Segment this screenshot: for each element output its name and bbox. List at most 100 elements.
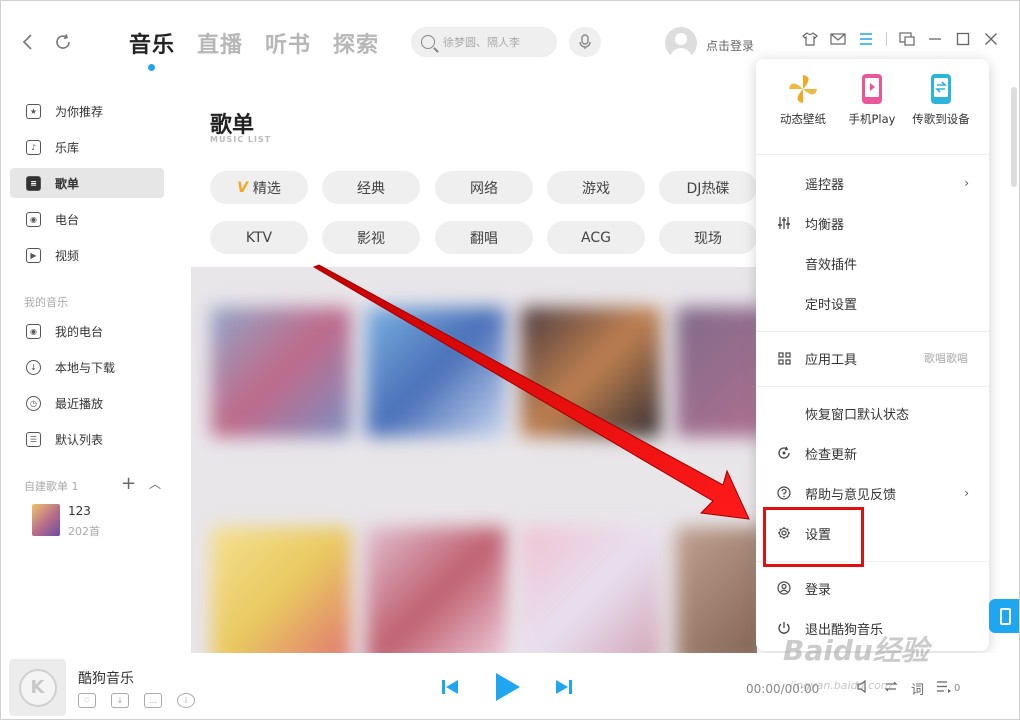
menu-help-feedback[interactable]: 帮助与意见反馈 ›: [756, 475, 989, 511]
queue-count: 0: [954, 683, 961, 694]
quick-live-wallpaper[interactable]: 动态壁纸: [768, 73, 838, 127]
sidebar-item-my-radio[interactable]: ◉ 我的电台: [10, 316, 164, 346]
previous-track-icon[interactable]: [441, 678, 459, 696]
play-icon[interactable]: [493, 671, 521, 703]
mail-icon[interactable]: [830, 31, 846, 47]
menu-sound-plugins[interactable]: 音效插件: [756, 245, 989, 281]
playlist-card[interactable]: [676, 527, 757, 663]
playlist-card[interactable]: [211, 527, 351, 663]
quick-label: 传歌到设备: [912, 112, 970, 126]
tab-audiobook[interactable]: 听书: [265, 27, 311, 59]
avatar[interactable]: [665, 27, 697, 59]
sidebar-item-recommend[interactable]: ★ 为你推荐: [10, 96, 164, 126]
update-icon: [777, 446, 791, 460]
menu-hamburger-icon[interactable]: [858, 31, 874, 47]
playback-controls: [441, 671, 573, 703]
tab-music[interactable]: 音乐: [129, 27, 175, 71]
tag-dj[interactable]: DJ热碟: [659, 171, 757, 204]
tag-ktv[interactable]: KTV: [210, 221, 308, 254]
playlist-card[interactable]: [676, 307, 757, 437]
playlist-card[interactable]: [521, 307, 661, 437]
sidebar-item-playlists[interactable]: ≡ 歌单: [10, 168, 164, 198]
quick-transfer-device[interactable]: 传歌到设备: [906, 73, 976, 127]
back-arrow-icon[interactable]: [15, 29, 41, 55]
info-icon[interactable]: i: [177, 693, 195, 708]
phone-icon: [999, 607, 1011, 625]
comment-icon[interactable]: …: [144, 693, 162, 708]
watermark-url: jingyan.baidu.com: [790, 679, 892, 692]
page-subtitle: MUSIC LIST: [210, 135, 272, 144]
quick-label: 动态壁纸: [780, 112, 826, 126]
menu-equalizer[interactable]: 均衡器: [756, 205, 989, 241]
menu-item-label: 检查更新: [805, 447, 858, 463]
playlist-cover[interactable]: [32, 504, 60, 536]
menu-remote-control[interactable]: 遥控器 ›: [756, 165, 989, 201]
sidebar-item-video[interactable]: ▶ 视频: [10, 240, 164, 270]
sidebar-item-label: 我的电台: [55, 324, 104, 339]
sidebar-item-radio[interactable]: ◉ 电台: [10, 204, 164, 234]
mini-mode-icon[interactable]: [899, 31, 915, 47]
custom-playlists-heading: 自建歌单 1: [24, 480, 79, 493]
close-icon[interactable]: [983, 31, 999, 47]
voice-search-icon[interactable]: [569, 27, 601, 57]
add-playlist-icon[interactable]: +: [121, 473, 136, 494]
minimize-icon[interactable]: [927, 31, 943, 47]
download-icon[interactable]: ↓: [111, 693, 129, 708]
scrollbar[interactable]: [1011, 87, 1017, 187]
radio-icon: ◉: [26, 211, 41, 227]
playlist-name[interactable]: 123: [68, 504, 91, 518]
menu-app-tools[interactable]: 应用工具 歌唱歌唱: [756, 340, 989, 376]
search-input[interactable]: [443, 35, 553, 49]
tag-cover[interactable]: 翻唱: [435, 221, 533, 254]
album-art[interactable]: K: [9, 659, 66, 716]
tag-game[interactable]: 游戏: [547, 171, 645, 204]
v-badge-icon: V: [237, 179, 248, 196]
tag-live[interactable]: 现场: [659, 221, 757, 254]
menu-item-label: 音效插件: [805, 257, 858, 273]
queue-list-icon[interactable]: [936, 680, 952, 697]
next-track-icon[interactable]: [555, 678, 573, 696]
grid-icon: [777, 351, 791, 365]
search-box[interactable]: [411, 27, 557, 57]
tag-internet[interactable]: 网络: [435, 171, 533, 204]
playlist-card[interactable]: [211, 307, 351, 437]
now-playing-title: 酷狗音乐: [78, 671, 134, 687]
tab-explore[interactable]: 探索: [333, 27, 379, 59]
tag-classic[interactable]: 经典: [322, 171, 420, 204]
sidebar-item-library[interactable]: ♪ 乐库: [10, 132, 164, 162]
collapse-caret-icon[interactable]: ︿: [149, 475, 161, 492]
sidebar-item-local-download[interactable]: ↓ 本地与下载: [10, 352, 164, 382]
menu-item-label: 遥控器: [805, 177, 845, 193]
playlist-card[interactable]: [366, 307, 506, 437]
sidebar-item-label: 本地与下载: [55, 360, 116, 375]
chevron-right-icon: ›: [964, 176, 969, 190]
menu-login[interactable]: 登录: [756, 570, 989, 606]
playlist-count: 202首: [68, 525, 100, 538]
sidebar-item-recent[interactable]: ◷ 最近播放: [10, 388, 164, 418]
tab-live[interactable]: 直播: [197, 27, 243, 59]
quick-phone-play[interactable]: 手机Play: [837, 73, 907, 127]
lyrics-button[interactable]: 词: [911, 679, 924, 698]
maximize-icon[interactable]: [955, 31, 971, 47]
tag-featured[interactable]: V 精选: [210, 171, 308, 204]
transfer-device-icon: [926, 73, 956, 105]
phone-connect-tab[interactable]: [989, 599, 1019, 633]
pinwheel-icon: [788, 73, 818, 105]
tag-acg[interactable]: ACG: [547, 221, 645, 254]
tag-film[interactable]: 影视: [322, 221, 420, 254]
skin-shirt-icon[interactable]: [802, 31, 818, 47]
playlist-card[interactable]: [366, 527, 506, 663]
menu-item-label: 应用工具: [805, 352, 858, 368]
heart-icon[interactable]: ♡: [78, 693, 96, 708]
star-icon: ★: [26, 103, 41, 119]
app-window: 音乐 直播 听书 探索 点击登录: [0, 0, 1020, 720]
playlist-cover-grid: [191, 267, 757, 663]
help-icon: [777, 486, 791, 500]
menu-check-update[interactable]: 检查更新: [756, 435, 989, 471]
refresh-icon[interactable]: [50, 29, 76, 55]
menu-timer-settings[interactable]: 定时设置: [756, 285, 989, 321]
sidebar-item-default-list[interactable]: ☰ 默认列表: [10, 424, 164, 454]
playlist-card[interactable]: [521, 527, 661, 663]
login-link[interactable]: 点击登录: [706, 37, 754, 54]
menu-restore-window[interactable]: 恢复窗口默认状态: [756, 395, 989, 431]
